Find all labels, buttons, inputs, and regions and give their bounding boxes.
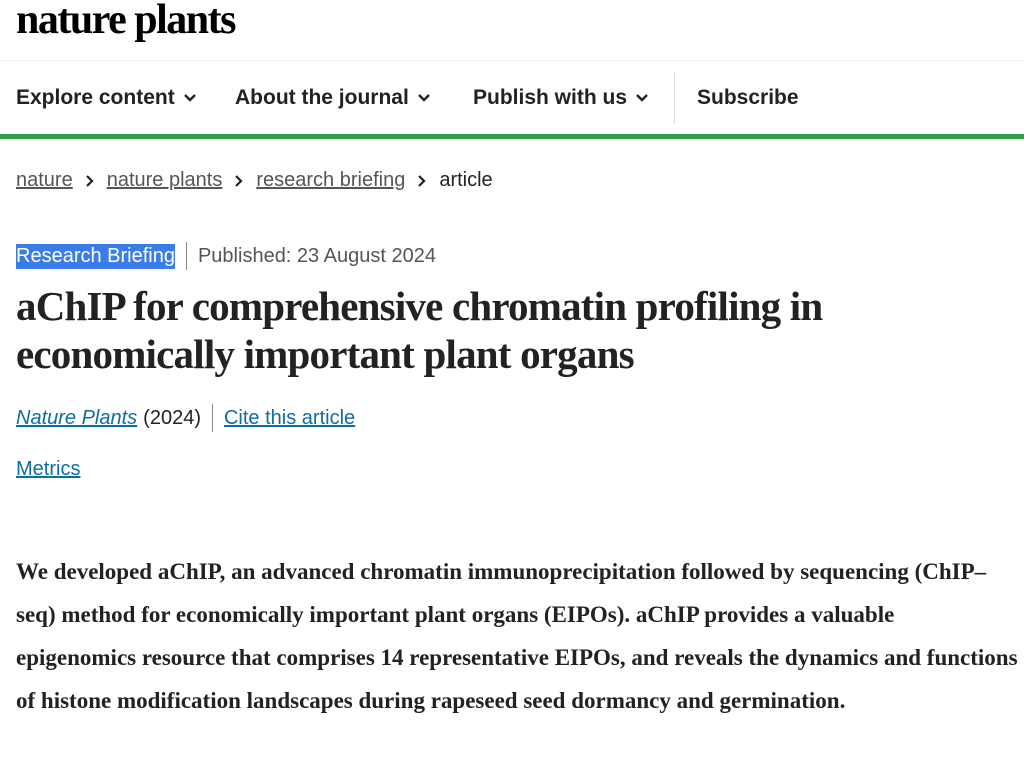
nav-publish-with-us[interactable]: Publish with us (473, 86, 649, 110)
breadcrumb: nature nature plants research briefing a… (16, 169, 493, 192)
journal-logo[interactable]: nature plants (16, 0, 236, 44)
publish-date: Published: 23 August 2024 (197, 244, 436, 267)
nav-divider (674, 72, 675, 124)
nav-item-label: Publish with us (473, 86, 628, 109)
chevron-down-icon (183, 93, 197, 103)
journal-link[interactable]: Nature Plants (16, 407, 137, 430)
cite-divider (211, 404, 213, 432)
breadcrumb-nature-plants[interactable]: nature plants (107, 169, 223, 192)
nav-accent-bar (0, 134, 1024, 139)
subscribe-link[interactable]: Subscribe (697, 86, 799, 110)
nav-item-label: About the journal (235, 86, 409, 109)
nav-about-journal[interactable]: About the journal (235, 86, 431, 110)
article-abstract: We developed aChIP, an advanced chromati… (16, 559, 1018, 713)
metrics-link[interactable]: Metrics (16, 458, 80, 481)
chevron-right-icon (417, 174, 427, 188)
publication-year: (2024) (143, 406, 201, 429)
chevron-down-icon (635, 93, 649, 103)
citation-row: Nature Plants (2024) Cite this article (16, 404, 355, 432)
breadcrumb-current: article (439, 169, 493, 191)
nav-item-label: Explore content (16, 86, 175, 109)
chevron-right-icon (234, 174, 244, 188)
article-type-label: Research Briefing (16, 243, 175, 269)
chevron-down-icon (417, 93, 431, 103)
chevron-right-icon (85, 174, 95, 188)
breadcrumb-nature[interactable]: nature (16, 169, 73, 192)
article-title: aChIP for comprehensive chromatin profil… (16, 283, 823, 377)
breadcrumb-research-briefing[interactable]: research briefing (256, 169, 405, 192)
nav-explore-content[interactable]: Explore content (16, 86, 197, 110)
cite-this-article-link[interactable]: Cite this article (224, 407, 355, 430)
meta-divider (185, 242, 187, 270)
article-meta: Research Briefing Published: 23 August 2… (16, 242, 436, 270)
